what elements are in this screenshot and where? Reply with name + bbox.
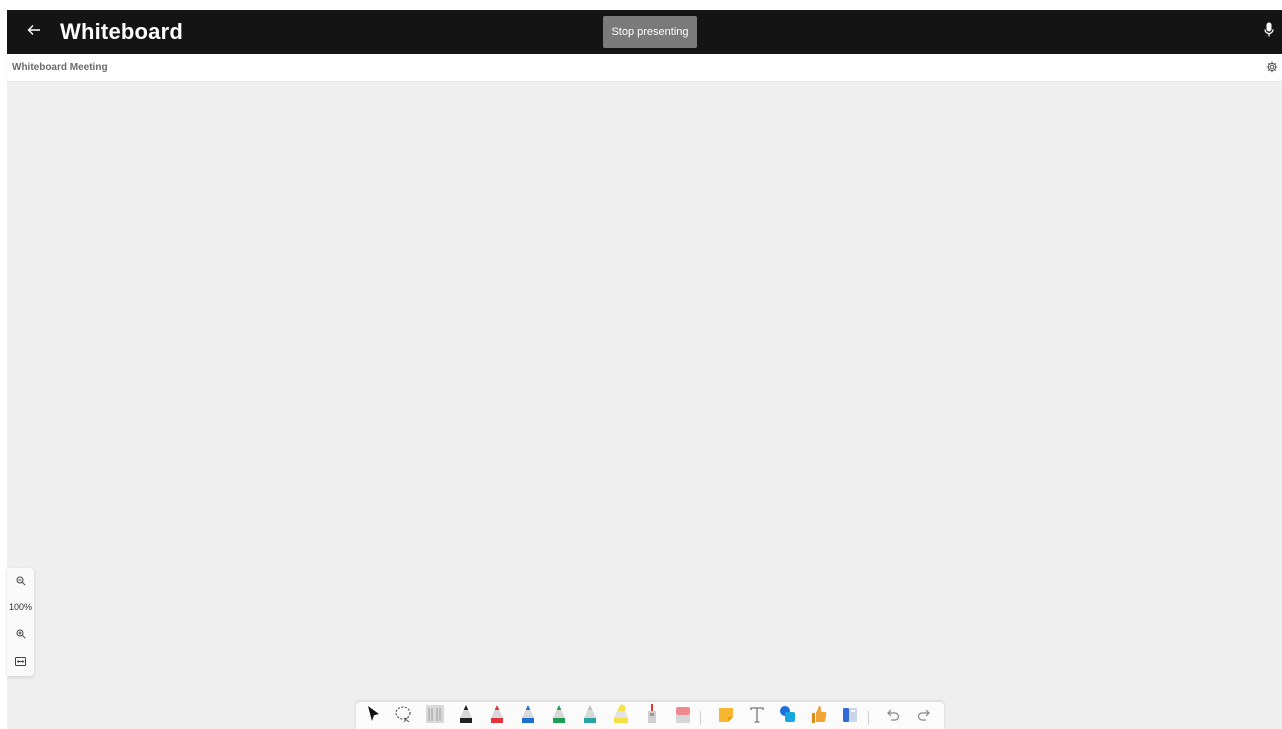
- arrow-left-icon: [27, 23, 41, 41]
- undo-icon: [885, 707, 901, 728]
- redo-icon: [916, 707, 932, 728]
- pen-icon: [582, 703, 598, 728]
- toolbar-divider: [700, 711, 701, 725]
- settings-button[interactable]: [1266, 60, 1280, 74]
- lasso-select-icon: [394, 705, 414, 728]
- meeting-bar: Whiteboard Meeting: [7, 54, 1282, 82]
- lasso-tool[interactable]: [393, 706, 415, 728]
- pen-blue[interactable]: [517, 703, 539, 728]
- zoom-out-icon: [16, 573, 26, 591]
- eraser-icon: [674, 703, 692, 728]
- page-title: Whiteboard: [60, 19, 183, 44]
- pen-green[interactable]: [548, 703, 570, 728]
- fit-to-screen-icon: [15, 653, 26, 671]
- templates-icon: [842, 707, 858, 728]
- pen-icon: [489, 703, 505, 728]
- ruler-icon: [425, 703, 445, 728]
- pen-teal[interactable]: [579, 703, 601, 728]
- thumbs-up-icon: [811, 705, 827, 728]
- pen-icon: [458, 703, 474, 728]
- laser-pointer-icon: [644, 703, 660, 728]
- toolbar-divider: [868, 711, 869, 725]
- pen-icon: [551, 703, 567, 728]
- pen-black[interactable]: [455, 703, 477, 728]
- zoom-in-button[interactable]: [7, 625, 34, 645]
- text-icon: [749, 707, 765, 728]
- inking-toolbar: [356, 702, 944, 729]
- gear-icon: [1266, 60, 1278, 77]
- zoom-in-icon: [16, 626, 26, 644]
- whiteboard-canvas[interactable]: [7, 82, 1282, 729]
- highlighter-yellow[interactable]: [610, 703, 632, 728]
- undo-button[interactable]: [882, 706, 904, 728]
- pen-red[interactable]: [486, 703, 508, 728]
- laser-pointer[interactable]: [641, 703, 663, 728]
- fit-to-screen-button[interactable]: [7, 652, 34, 672]
- microphone-icon: [1264, 22, 1274, 43]
- shapes-tool[interactable]: [777, 706, 799, 728]
- zoom-level: 100%: [8, 602, 33, 612]
- microphone-button[interactable]: [1262, 22, 1276, 43]
- select-tool[interactable]: [362, 706, 384, 728]
- stop-presenting-button[interactable]: Stop presenting: [603, 16, 697, 48]
- shapes-icon: [779, 705, 797, 728]
- text-tool[interactable]: [746, 706, 768, 728]
- back-button[interactable]: [21, 18, 47, 46]
- sticky-note-icon: [718, 707, 734, 728]
- pen-icon: [520, 703, 536, 728]
- highlighter-icon: [612, 703, 630, 728]
- templates-tool[interactable]: [839, 706, 861, 728]
- cursor-arrow-icon: [365, 705, 381, 728]
- meeting-title: Whiteboard Meeting: [12, 62, 108, 73]
- ruler-tool[interactable]: [424, 703, 446, 728]
- zoom-controls: 100%: [7, 568, 34, 676]
- zoom-out-button[interactable]: [7, 572, 34, 592]
- eraser-tool[interactable]: [672, 706, 694, 728]
- app-header: Whiteboard Stop presenting: [7, 10, 1282, 54]
- redo-button[interactable]: [913, 706, 935, 728]
- reactions-tool[interactable]: [808, 706, 830, 728]
- sticky-note-tool[interactable]: [715, 706, 737, 728]
